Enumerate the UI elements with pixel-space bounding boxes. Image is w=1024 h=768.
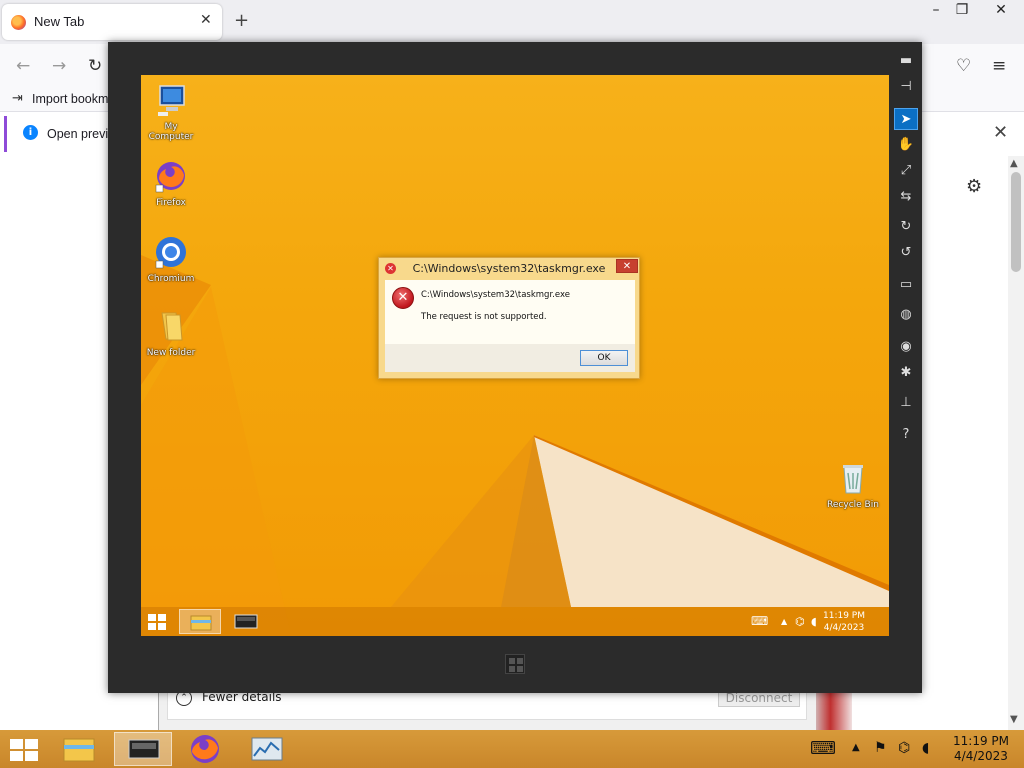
remote-clock-date: 4/4/2023 — [823, 623, 865, 633]
desktop-icon-label: New folder — [146, 348, 196, 358]
my-computer-desktop-icon[interactable]: My Computer — [141, 83, 201, 142]
host-taskbar: ⌨ ▲ ⚑ ⌬ ◖ 11:19 PM 4/4/2023 — [0, 730, 1024, 768]
chromium-icon — [155, 237, 186, 269]
menu-icon[interactable]: ≡ — [992, 56, 1006, 76]
remote-start-button[interactable] — [148, 614, 166, 630]
viewer-globe-icon[interactable]: ◍ — [894, 304, 918, 326]
viewer-rotate-right-icon[interactable]: ↻ — [894, 216, 918, 238]
viewer-settings-icon[interactable]: ✱ — [894, 362, 918, 384]
pocket-icon[interactable]: ♡ — [956, 56, 971, 76]
import-bookmarks-link[interactable]: Import bookm — [32, 92, 108, 106]
viewer-pointer-icon[interactable]: ➤ — [894, 108, 918, 130]
host-volume-muted-icon[interactable]: ◖ — [922, 740, 929, 756]
desktop-icon-label: Chromium — [147, 274, 195, 284]
viewer-monitor-icon[interactable]: ▭ — [894, 274, 918, 296]
recycle-bin-icon — [843, 465, 863, 494]
remote-volume-icon[interactable]: ◖ — [811, 615, 817, 628]
host-file-explorer-taskbar-button[interactable] — [50, 732, 108, 766]
host-firefox-taskbar-button[interactable] — [176, 732, 234, 766]
host-keyboard-icon[interactable]: ⌨ — [810, 738, 836, 759]
scrollbar-thumb[interactable] — [1011, 172, 1021, 272]
viewer-minimize-icon[interactable]: ▬ — [894, 50, 918, 72]
dialog-body: ✕ C:\Windows\system32\taskmgr.exe The re… — [385, 280, 635, 372]
host-remote-viewer-taskbar-button[interactable] — [114, 732, 172, 766]
remote-viewer-window: My Computer Firefox Chromium New folder … — [108, 42, 922, 693]
firefox-icon — [155, 162, 185, 193]
host-action-center-icon[interactable]: ⚑ — [874, 740, 887, 756]
forward-icon[interactable]: → — [52, 56, 66, 76]
remote-viewer-icon — [128, 739, 160, 759]
background-dialog: ⌃ Fewer details Disconnect — [158, 688, 816, 730]
host-network-icon[interactable]: ⌬ — [898, 740, 910, 756]
viewer-rotate-left-icon[interactable]: ↺ — [894, 242, 918, 264]
remote-taskbar: ⌨ ▲ ⌬ ◖ 11:19 PM 4/4/2023 — [141, 607, 889, 636]
host-resource-monitor-taskbar-button[interactable] — [238, 732, 296, 766]
dialog-footer: OK — [385, 344, 635, 372]
tab-new-tab[interactable]: New Tab ✕ — [2, 4, 222, 40]
tab-title: New Tab — [34, 14, 85, 29]
remote-clock[interactable]: 11:19 PM 4/4/2023 — [823, 610, 865, 634]
remote-clock-time: 11:19 PM — [823, 611, 865, 621]
remote-file-explorer-taskbar-button[interactable] — [179, 609, 221, 634]
viewer-keyboard-shortcut-icon[interactable]: ⊥ — [894, 392, 918, 414]
window-restore-icon[interactable]: ❐ — [947, 2, 977, 18]
host-tray-overflow-icon[interactable]: ▲ — [852, 742, 860, 753]
desktop-icon-label: Recycle Bin — [827, 500, 879, 510]
reload-icon[interactable]: ↻ — [88, 56, 102, 76]
background-window-edge — [816, 688, 852, 730]
host-clock[interactable]: 11:19 PM 4/4/2023 — [948, 734, 1014, 764]
terminal-icon — [234, 614, 258, 629]
viewer-hand-icon[interactable]: ✋ — [894, 134, 918, 156]
computer-icon — [158, 85, 185, 116]
remote-network-icon[interactable]: ⌬ — [795, 615, 805, 628]
host-clock-date: 4/4/2023 — [954, 749, 1008, 763]
dialog-title: C:\Windows\system32\taskmgr.exe — [412, 262, 606, 275]
folder-icon — [161, 312, 183, 341]
notification-text: Open previo — [47, 127, 116, 141]
performance-monitor-icon — [251, 737, 283, 761]
error-icon: ✕ — [392, 287, 414, 309]
gear-icon[interactable]: ⚙ — [966, 176, 982, 197]
scroll-up-icon[interactable]: ▲ — [1010, 158, 1018, 169]
back-icon[interactable]: ← — [16, 56, 30, 76]
firefox-icon — [191, 735, 219, 763]
scroll-down-icon[interactable]: ▼ — [1010, 714, 1018, 725]
window-close-icon[interactable]: ✕ — [986, 2, 1016, 18]
remote-keyboard-icon[interactable]: ⌨ — [751, 614, 768, 628]
viewer-swap-icon[interactable]: ⇆ — [894, 186, 918, 208]
recycle-bin-desktop-icon[interactable]: Recycle Bin — [823, 461, 883, 510]
viewer-pin-icon[interactable]: ⊣ — [894, 76, 918, 98]
host-start-button[interactable] — [10, 739, 38, 761]
viewer-camera-icon[interactable]: ◉ — [894, 336, 918, 358]
file-explorer-icon — [63, 738, 95, 762]
host-clock-time: 11:19 PM — [953, 734, 1009, 748]
vertical-scrollbar[interactable]: ▲ ▼ — [1008, 156, 1024, 730]
import-icon: ⇥ — [12, 91, 23, 106]
new-tab-button[interactable]: + — [234, 10, 249, 31]
info-icon: i — [23, 125, 38, 140]
firefox-desktop-icon[interactable]: Firefox — [141, 159, 201, 208]
dialog-error-small-icon: ✕ — [385, 263, 396, 274]
dialog-close-button[interactable]: ✕ — [616, 259, 638, 273]
dialog-path-text: C:\Windows\system32\taskmgr.exe — [421, 290, 570, 300]
tab-close-icon[interactable]: ✕ — [200, 12, 212, 28]
viewer-windows-key-button[interactable] — [505, 654, 525, 674]
chromium-desktop-icon[interactable]: Chromium — [141, 235, 201, 284]
viewer-fit-screen-icon[interactable]: ⤢ — [894, 160, 918, 182]
desktop-icon-label: Firefox — [156, 198, 186, 208]
file-explorer-icon — [190, 615, 212, 631]
ok-button[interactable]: OK — [580, 350, 628, 366]
error-dialog: C:\Windows\system32\taskmgr.exe ✕ ✕ ✕ C:… — [378, 257, 640, 379]
tab-strip: New Tab ✕ + – ❐ ✕ — [0, 0, 1024, 44]
desktop-icon-label: My Computer — [148, 122, 194, 142]
viewer-help-icon[interactable]: ? — [894, 424, 918, 446]
remote-terminal-taskbar-button[interactable] — [225, 609, 267, 634]
new-folder-desktop-icon[interactable]: New folder — [141, 309, 201, 358]
remote-tray-overflow-icon[interactable]: ▲ — [781, 617, 787, 626]
dialog-message: The request is not supported. — [421, 312, 547, 322]
firefox-favicon-icon — [11, 15, 26, 30]
remote-desktop[interactable]: My Computer Firefox Chromium New folder … — [141, 75, 889, 636]
notification-close-icon[interactable]: ✕ — [993, 122, 1008, 143]
